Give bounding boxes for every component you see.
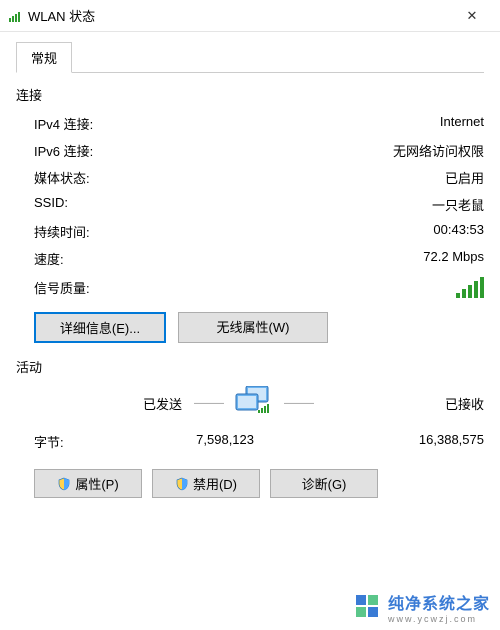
received-label: 已接收 [314,394,484,413]
close-icon: ✕ [467,8,478,24]
properties-button[interactable]: 属性(P) [34,469,142,498]
ipv4-value: Internet [354,114,484,133]
row-speed: 速度: 72.2 Mbps [34,249,484,268]
content-area: 常规 连接 IPv4 连接: Internet IPv6 连接: 无网络访问权限… [0,32,500,498]
media-value: 已启用 [354,168,484,187]
speed-value: 72.2 Mbps [354,249,484,268]
signal-label: 信号质量: [34,278,456,297]
disable-button[interactable]: 禁用(D) [152,469,260,498]
signal-bars-icon [456,276,484,298]
activity-panel: 已发送 ——— ——— 已接收 字节: 7,598,123 [34,386,484,498]
watermark-sub: www.ycwzj.com [388,614,490,624]
titlebar: WLAN 状态 ✕ [0,0,500,32]
row-ssid: SSID: 一只老鼠 [34,195,484,214]
shield-icon [175,477,189,491]
sent-label: 已发送 [34,394,194,413]
row-ipv6: IPv6 连接: 无网络访问权限 [34,141,484,160]
speed-label: 速度: [34,249,354,268]
row-ipv4: IPv4 连接: Internet [34,114,484,133]
dash-right: ——— [284,398,314,409]
disable-button-label: 禁用(D) [193,474,237,493]
watermark-logo-icon [354,593,382,621]
ipv6-label: IPv6 连接: [34,141,354,160]
bytes-label: 字节: [34,432,94,451]
properties-button-label: 属性(P) [75,474,118,493]
ssid-value: 一只老鼠 [354,195,484,214]
row-media: 媒体状态: 已启用 [34,168,484,187]
wlan-signal-icon [8,9,22,23]
connection-group-label: 连接 [16,85,484,104]
window-title: WLAN 状态 [28,6,452,25]
activity-monitors-icon [224,386,284,420]
row-signal: 信号质量: [34,276,484,298]
activity-button-row: 属性(P) 禁用(D) 诊断(G) [34,469,484,498]
ipv6-value: 无网络访问权限 [354,141,484,160]
activity-bytes-row: 字节: 7,598,123 16,388,575 [34,432,484,451]
ssid-label: SSID: [34,195,354,214]
wireless-properties-button[interactable]: 无线属性(W) [178,312,328,343]
details-button[interactable]: 详细信息(E)... [34,312,166,343]
duration-label: 持续时间: [34,222,354,241]
activity-header: 已发送 ——— ——— 已接收 [34,386,484,420]
activity-group-label: 活动 [16,357,484,376]
duration-value: 00:43:53 [354,222,484,241]
diagnose-button[interactable]: 诊断(G) [270,469,378,498]
tab-bar: 常规 [16,42,484,73]
dash-left: ——— [194,398,224,409]
bytes-sent-value: 7,598,123 [94,432,254,451]
diagnose-button-label: 诊断(G) [302,474,347,493]
bytes-received-value: 16,388,575 [324,432,484,451]
tab-general[interactable]: 常规 [16,42,72,73]
ipv4-label: IPv4 连接: [34,114,354,133]
row-duration: 持续时间: 00:43:53 [34,222,484,241]
media-label: 媒体状态: [34,168,354,187]
shield-icon [57,477,71,491]
close-button[interactable]: ✕ [452,0,492,31]
connection-button-row: 详细信息(E)... 无线属性(W) [34,312,484,343]
watermark: 纯净系统之家 www.ycwzj.com [354,590,490,624]
watermark-text: 纯净系统之家 [388,590,490,614]
